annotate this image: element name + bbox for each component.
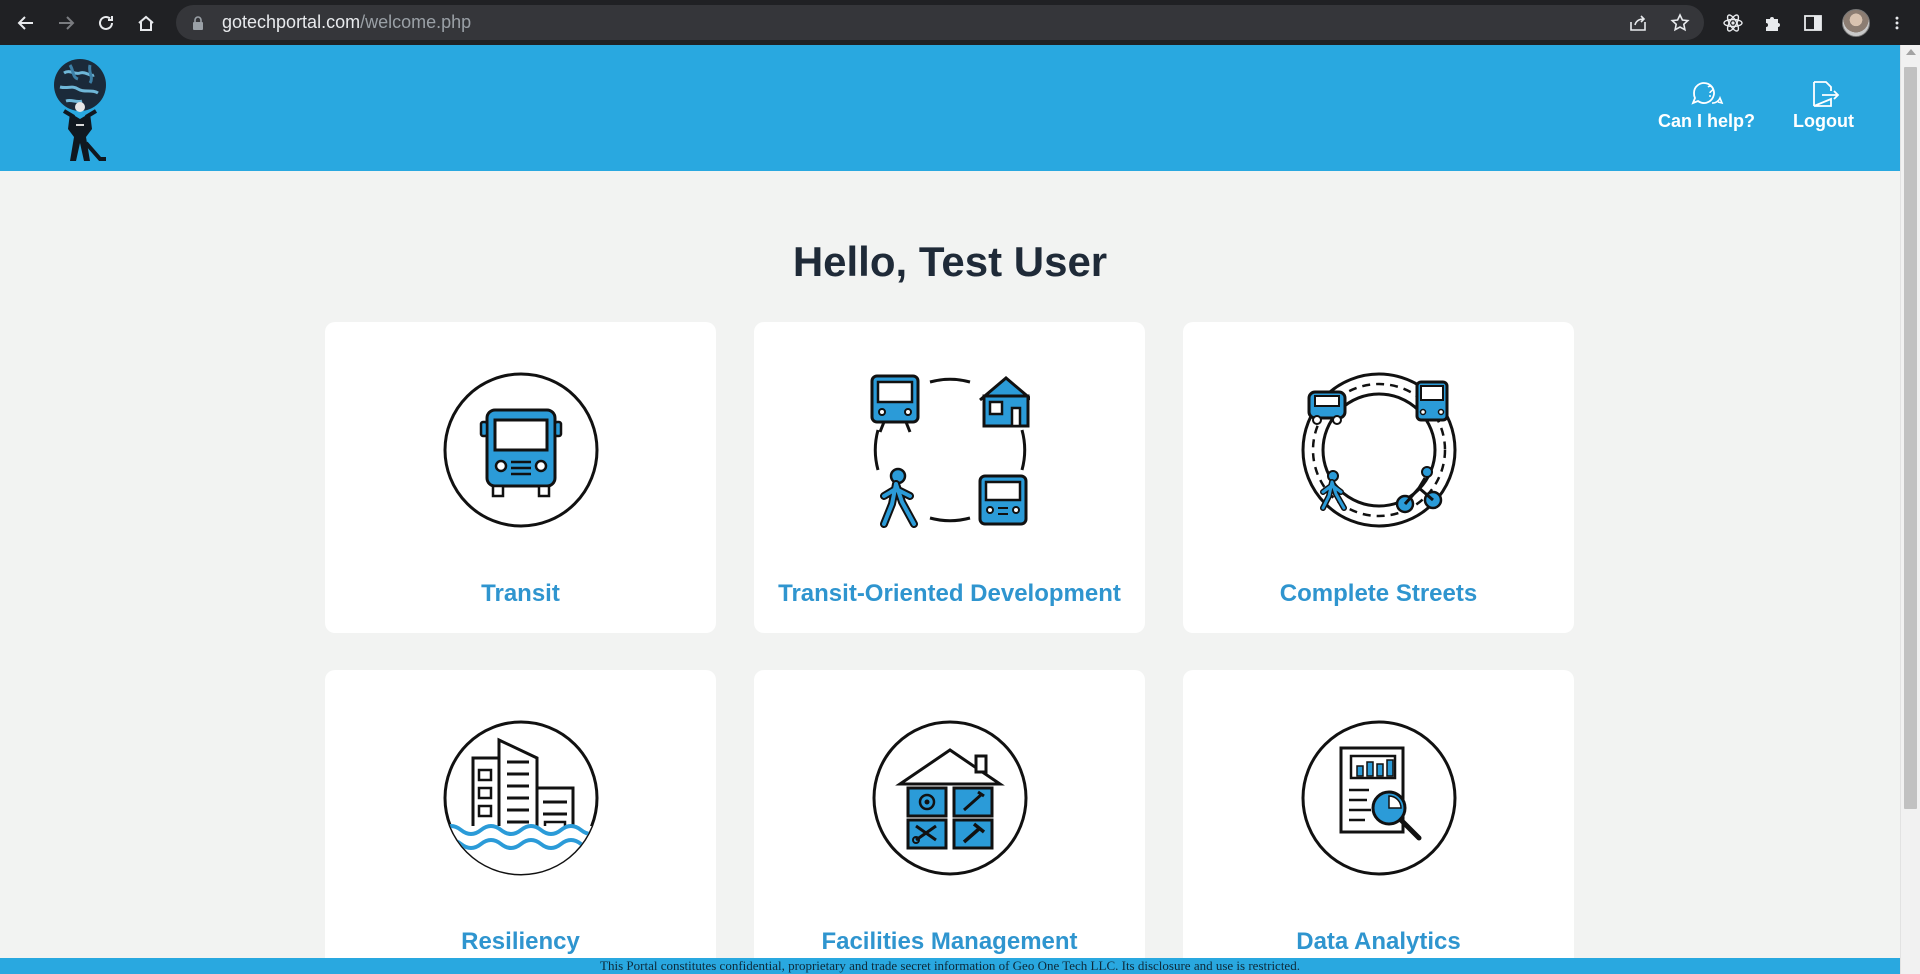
card-label-transit-oriented-development: Transit-Oriented Development [778, 580, 1121, 607]
back-button[interactable] [6, 0, 46, 45]
page-title: Hello, Test User [792, 238, 1108, 285]
card-transit[interactable]: Transit [325, 322, 716, 633]
card-label-transit: Transit [481, 580, 560, 607]
complete-streets-icon [1301, 372, 1456, 528]
chat-question-icon [1690, 82, 1723, 105]
help-button[interactable]: Can I help? [1658, 79, 1755, 132]
url-host: gotechportal.com [222, 12, 361, 32]
react-extension-icon[interactable] [1722, 12, 1744, 34]
card-facilities-management[interactable]: Facilities Management [754, 670, 1145, 974]
home-icon [138, 15, 154, 31]
arrow-left-icon [17, 15, 33, 30]
lock-icon [193, 15, 203, 30]
page-scrollbar[interactable] [1900, 45, 1920, 974]
card-resiliency[interactable]: Resiliency [325, 670, 716, 974]
card-label-resiliency: Resiliency [461, 928, 580, 955]
side-panel-icon[interactable] [1802, 12, 1824, 34]
app-header: Can I help? Logout [0, 45, 1900, 171]
card-label-complete-streets: Complete Streets [1279, 580, 1478, 607]
card-label-data-analytics: Data Analytics [1296, 928, 1461, 955]
scroll-thumb[interactable] [1904, 67, 1917, 809]
kebab-menu-icon[interactable] [1888, 12, 1906, 34]
transit-oriented-development-icon [870, 374, 1030, 528]
reload-button[interactable] [86, 0, 126, 45]
arrow-right-icon [59, 15, 75, 30]
puzzle-extensions-icon[interactable] [1762, 12, 1784, 34]
reload-icon [99, 15, 113, 30]
card-label-facilities-management: Facilities Management [821, 928, 1078, 955]
help-label: Can I help? [1658, 111, 1756, 131]
bus-icon [443, 372, 598, 528]
report-magnifier-icon [1301, 720, 1456, 876]
card-data-analytics[interactable]: Data Analytics [1183, 670, 1574, 974]
logout-icon [1813, 81, 1840, 107]
atlas-globe-logo[interactable] [46, 57, 120, 165]
profile-avatar[interactable] [1842, 8, 1870, 37]
url-text: gotechportal.com/welcome.php [222, 12, 471, 33]
facilities-house-icon [872, 720, 1027, 876]
card-complete-streets[interactable]: Complete Streets [1183, 322, 1574, 633]
home-button[interactable] [126, 0, 166, 45]
card-transit-oriented-development[interactable]: Transit-Oriented Development [754, 322, 1145, 633]
share-icon[interactable] [1628, 13, 1648, 33]
flooded-city-icon [443, 720, 598, 876]
url-path: /welcome.php [360, 12, 472, 32]
scroll-up-arrow[interactable] [1906, 49, 1916, 55]
logout-label: Logout [1793, 111, 1854, 131]
confidentiality-footer: This Portal constitutes confidential, pr… [0, 958, 1900, 974]
logout-button[interactable]: Logout [1793, 79, 1854, 132]
bookmark-star-icon[interactable] [1670, 12, 1690, 33]
forward-button[interactable] [46, 0, 86, 45]
browser-toolbar: gotechportal.com/welcome.php [0, 0, 1920, 45]
address-bar[interactable]: gotechportal.com/welcome.php [176, 5, 1704, 40]
